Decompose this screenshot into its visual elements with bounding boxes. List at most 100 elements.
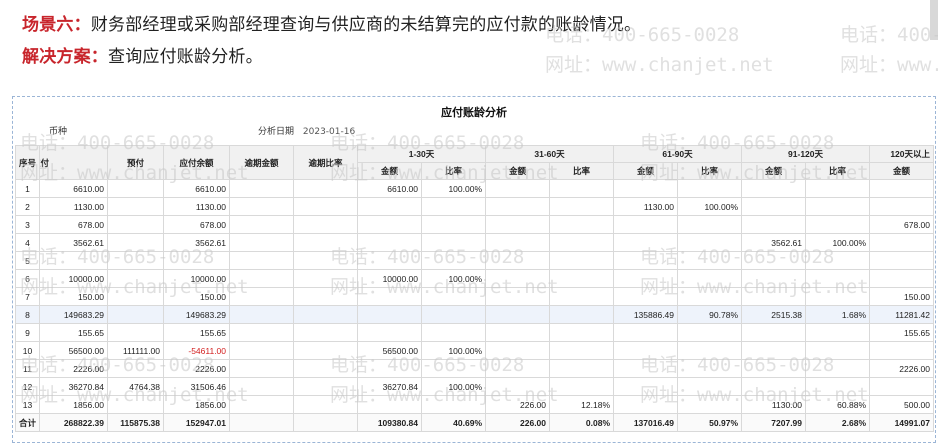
cell-b3-amount <box>613 251 679 270</box>
cell-b1-ratio: 100.00% <box>421 179 487 198</box>
cell-balance: -54611.00 <box>163 341 231 360</box>
scene-six-key: 场景六： <box>22 15 91 35</box>
cell-prepaid: 115875.38 <box>107 413 165 432</box>
cell-prepaid <box>107 395 165 414</box>
total-row[interactable]: 合计 268822.39 115875.38 152947.01 109380.84 40… <box>14 413 935 432</box>
header-ratio: 比率 <box>805 162 871 180</box>
cell-b2-ratio <box>549 269 615 288</box>
cell-b2-amount: 226.00 <box>485 413 551 432</box>
cell-b3-ratio: 90.78% <box>677 305 743 324</box>
cell-b3-ratio <box>677 377 743 396</box>
cell-prepaid <box>107 179 165 198</box>
cell-b5-amount <box>869 269 935 288</box>
cell-b4-amount <box>741 377 807 396</box>
cell-payable: 3562.61 <box>39 233 109 252</box>
cell-payable: 1130.00 <box>39 197 109 216</box>
cell-overdue-amount <box>229 359 295 378</box>
cell-seq: 7 <box>14 287 41 306</box>
cell-balance: 3562.61 <box>163 233 231 252</box>
header-amount: 金额 <box>869 162 935 180</box>
cell-b2-ratio <box>549 377 615 396</box>
cell-b3-ratio: 100.00% <box>677 197 743 216</box>
cell-b4-ratio: 1.68% <box>805 305 871 324</box>
cell-payable: 6610.00 <box>39 179 109 198</box>
cell-b2-ratio <box>549 215 615 234</box>
cell-b4-ratio <box>805 323 871 342</box>
cell-b2-amount <box>485 251 551 270</box>
cell-b1-amount <box>357 323 423 342</box>
cell-seq: 11 <box>14 359 41 378</box>
cell-balance: 1856.00 <box>163 395 231 414</box>
cell-b4-ratio: 100.00% <box>805 233 871 252</box>
header-ratio: 比率 <box>549 162 615 180</box>
table-row[interactable]: 12 36270.84 4764.38 31506.46 36270.84 100.00% <box>14 377 935 396</box>
report-title: 应付账龄分析 <box>441 106 507 119</box>
cell-balance: 152947.01 <box>163 413 231 432</box>
table-row[interactable]: 8 149683.29 149683.29 135886.49 90.78% 2515.3… <box>14 305 935 324</box>
header-bucket-31-60: 31-60天 <box>485 145 615 163</box>
header-prepaid: 预付 <box>107 145 165 180</box>
watermark-phone: 电话：400-665-0028 <box>840 24 938 46</box>
header-payable: 应付 <box>39 145 109 180</box>
cell-b2-amount <box>485 341 551 360</box>
table-row[interactable]: 2 1130.00 1130.00 1130.00 100.00% <box>14 197 935 216</box>
cell-b1-ratio: 100.00% <box>421 341 487 360</box>
cell-b3-amount <box>613 377 679 396</box>
cell-seq: 8 <box>14 305 41 324</box>
cell-b4-ratio <box>805 179 871 198</box>
cell-b4-amount: 3562.61 <box>741 233 807 252</box>
table-row[interactable]: 9 155.65 155.65 155.65 <box>14 323 935 342</box>
cell-b2-amount <box>485 377 551 396</box>
cell-b3-ratio <box>677 341 743 360</box>
cell-payable: 149683.29 <box>39 305 109 324</box>
cell-b4-amount <box>741 215 807 234</box>
cell-overdue-amount <box>229 305 295 324</box>
cell-b4-ratio <box>805 341 871 360</box>
table-row[interactable]: 4 3562.61 3562.61 3562.61 100.00% <box>14 233 935 252</box>
table-row[interactable]: 13 1856.00 1856.00 226.00 12.18% 1130.00 60.88… <box>14 395 935 414</box>
table-row[interactable]: 1 6610.00 6610.00 6610.00 100.00% <box>14 179 935 198</box>
watermark-site: 网址：www.chanjet.net <box>545 54 774 76</box>
cell-b3-ratio <box>677 287 743 306</box>
cell-balance: 2226.00 <box>163 359 231 378</box>
cell-b3-amount <box>613 179 679 198</box>
analysis-date-value: 2023-01-16 <box>302 127 356 137</box>
cell-overdue-ratio <box>293 323 359 342</box>
cell-prepaid <box>107 287 165 306</box>
cell-b2-amount <box>485 197 551 216</box>
cell-payable: 36270.84 <box>39 377 109 396</box>
cell-b3-ratio <box>677 233 743 252</box>
cell-overdue-ratio <box>293 341 359 360</box>
cell-b1-amount <box>357 305 423 324</box>
cell-b4-amount <box>741 359 807 378</box>
cell-overdue-ratio <box>293 215 359 234</box>
cell-b4-amount <box>741 197 807 216</box>
analysis-date-label: 分析日期 <box>258 127 295 137</box>
table-row[interactable]: 3 678.00 678.00 678.00 <box>14 215 935 234</box>
cell-seq: 13 <box>14 395 41 414</box>
table-row[interactable]: 6 10000.00 10000.00 10000.00 100.00% <box>14 269 935 288</box>
cell-b2-ratio <box>549 179 615 198</box>
table-row[interactable]: 11 2226.00 2226.00 2226.00 <box>14 359 935 378</box>
cell-b3-amount: 1130.00 <box>613 197 679 216</box>
header-amount: 金额 <box>741 162 807 180</box>
cell-overdue-amount <box>229 395 295 414</box>
cell-b1-ratio: 40.69% <box>421 413 487 432</box>
cell-seq: 12 <box>14 377 41 396</box>
cell-prepaid <box>107 305 165 324</box>
cell-b3-amount <box>613 341 679 360</box>
cell-overdue-amount <box>229 377 295 396</box>
cell-b4-amount: 2515.38 <box>741 305 807 324</box>
cell-b2-amount <box>485 305 551 324</box>
cell-balance: 149683.29 <box>163 305 231 324</box>
cell-prepaid <box>107 197 165 216</box>
table-row[interactable]: 5 <box>14 251 935 270</box>
cell-b4-ratio <box>805 197 871 216</box>
cell-seq: 5 <box>14 251 41 270</box>
table-row[interactable]: 10 56500.00 111111.00 -54611.00 56500.00 100.… <box>14 341 935 360</box>
cell-b1-amount: 109380.84 <box>357 413 423 432</box>
cell-payable: 150.00 <box>39 287 109 306</box>
cell-b1-ratio: 100.00% <box>421 377 487 396</box>
table-row[interactable]: 7 150.00 150.00 150.00 <box>14 287 935 306</box>
cell-prepaid <box>107 233 165 252</box>
